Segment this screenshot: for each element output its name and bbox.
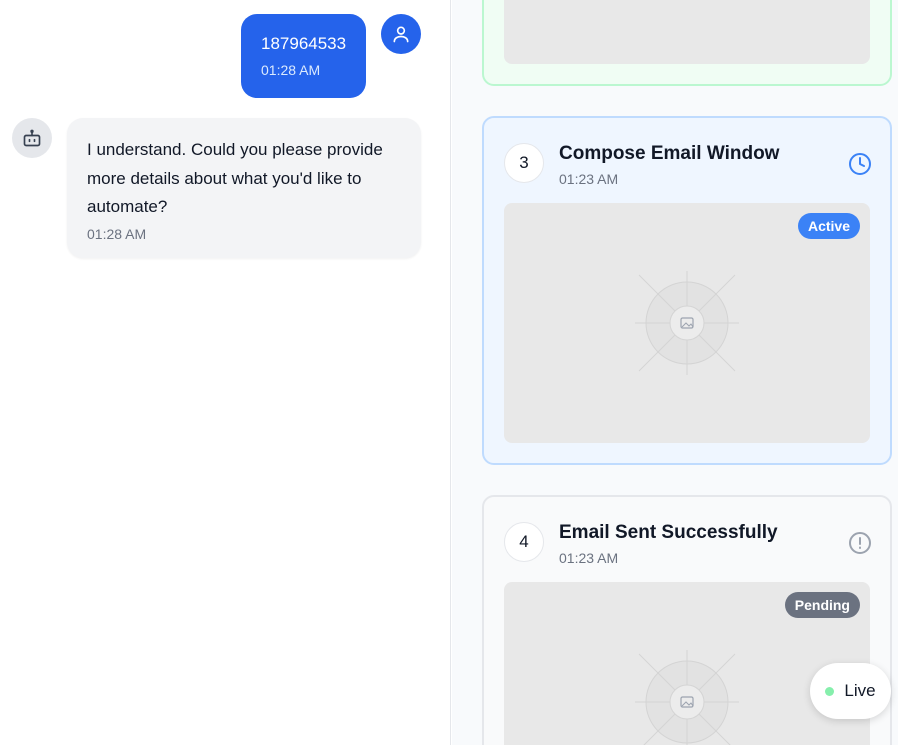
image-placeholder-icon [635,650,739,745]
assistant-message-bubble: I understand. Could you please provide m… [67,118,421,258]
step-screenshot[interactable]: Pending [504,582,870,745]
clock-icon [849,153,871,175]
image-placeholder-icon [635,271,739,375]
assistant-message-text: I understand. Could you please provide m… [87,140,383,216]
step-time: 01:23 AM [559,550,619,566]
user-message-text: 187964533 [261,34,347,53]
live-status-dot [825,686,835,696]
bot-avatar [12,118,52,158]
status-badge-active: Active [797,213,860,239]
status-badge-pending: Pending [784,592,860,618]
step-number: 3 [504,143,544,183]
step-time: 01:23 AM [559,171,619,187]
user-message-time: 01:28 AM [261,62,321,78]
chat-panel: 187964533 01:28 AM I understand. Could y… [0,0,451,745]
alert-circle-icon [849,532,871,554]
step-title: Email Sent Successfully [559,522,778,543]
assistant-message-time: 01:28 AM [87,225,147,242]
steps-panel[interactable]: 3 Compose Email Window 01:23 AM Active 4… [452,0,898,745]
live-indicator-button[interactable]: Live [810,663,891,719]
user-icon [393,26,409,43]
step-card-completed[interactable] [482,0,892,86]
live-label: Live [844,681,876,700]
app-root: 187964533 01:28 AM I understand. Could y… [0,0,898,745]
bot-icon [23,129,41,147]
user-message-bubble: 187964533 01:28 AM [241,14,366,98]
step-screenshot[interactable] [504,0,870,64]
step-screenshot[interactable]: Active [504,203,870,443]
step-title: Compose Email Window [559,143,780,164]
step-card-active[interactable]: 3 Compose Email Window 01:23 AM Active [482,116,892,465]
step-number: 4 [504,522,544,562]
user-avatar [381,14,421,54]
